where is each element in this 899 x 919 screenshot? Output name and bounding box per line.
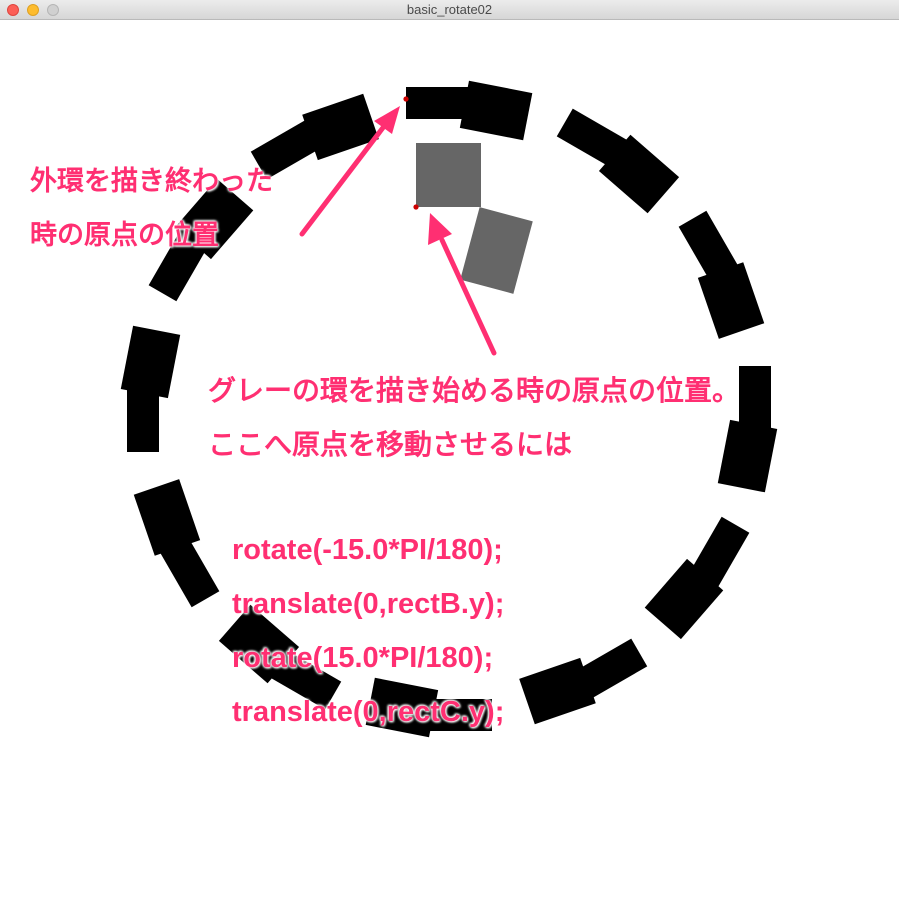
annotation-ring-end-line-1: 外環を描き終わった: [30, 166, 273, 197]
code-line-1: rotate(-15.0*PI/180);: [232, 534, 503, 566]
ring-segment: [459, 80, 533, 141]
gray-rect-a: [416, 143, 481, 207]
title-bar[interactable]: basic_rotate02: [0, 0, 899, 20]
annotation-ring-end: 外環を描き終わった 時の原点の位置: [30, 155, 273, 263]
code-snippet: rotate(-15.0*PI/180); translate(0,rectB.…: [232, 523, 504, 739]
annotation-ring-end-line-2: 時の原点の位置: [30, 220, 219, 251]
origin-dot-gray-start: [413, 204, 419, 210]
code-line-2: translate(0,rectB.y);: [232, 588, 505, 620]
origin-dot-ring-end: [403, 96, 409, 102]
annotation-gray-start-line-1: グレーの環を描き始める時の原点の位置。: [208, 374, 741, 407]
code-line-4: translate(0,rectC.y);: [232, 696, 505, 728]
code-line-3: rotate(15.0*PI/180);: [232, 642, 494, 674]
arrow-head-ring-end: [374, 106, 400, 134]
annotation-gray-start: グレーの環を描き始める時の原点の位置。 ここへ原点を移動させるには: [208, 364, 740, 472]
annotation-gray-start-line-2: ここへ原点を移動させるには: [208, 428, 573, 461]
ring-segment: [120, 325, 181, 399]
app-window: basic_rotate02 外環を描き終わった 時の原点の位置 グレーの環を描…: [0, 0, 899, 919]
window-title: basic_rotate02: [406, 2, 493, 17]
gray-rect-b: [460, 207, 533, 294]
